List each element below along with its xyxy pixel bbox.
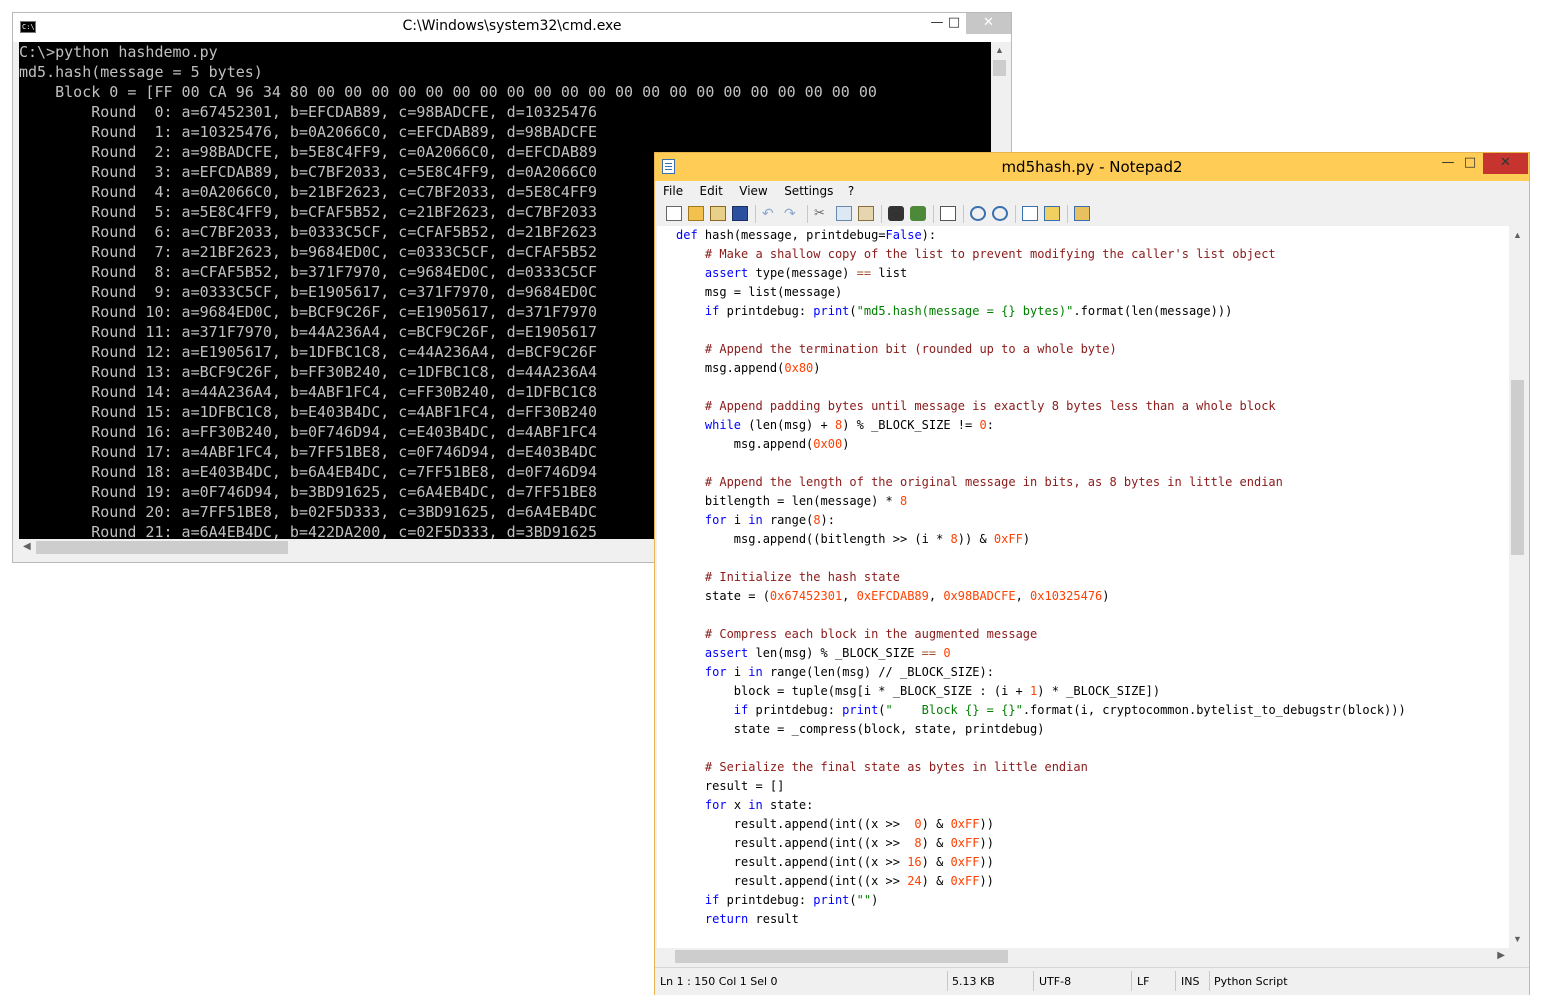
paste-icon[interactable]: [858, 206, 874, 221]
menu-help[interactable]: ?: [848, 182, 854, 200]
scroll-left-arrow-icon[interactable]: ◀: [23, 541, 31, 552]
menu-file[interactable]: File: [663, 182, 683, 200]
menu-view[interactable]: View: [739, 182, 767, 200]
save-icon[interactable]: [732, 206, 748, 221]
browse-icon[interactable]: [710, 206, 726, 221]
customize-icon[interactable]: [1044, 206, 1060, 221]
close-icon[interactable]: ✕: [966, 13, 1011, 34]
scroll-down-arrow-icon[interactable]: ▼: [1513, 934, 1522, 944]
cmd-window-title: C:\Windows\system32\cmd.exe: [402, 18, 622, 34]
status-file-size: 5.13 KB: [952, 975, 995, 988]
toolbar-separator: [1015, 205, 1016, 223]
console-line: Block 0 = [FF 00 CA 96 34 80 00 00 00 00…: [19, 83, 877, 101]
console-line: Round 1: a=10325476, b=0A2066C0, c=EFCDA…: [19, 123, 597, 141]
status-separator: [1175, 971, 1176, 991]
code-editor[interactable]: def hash(message, printdebug=False): # M…: [657, 226, 1509, 948]
scroll-up-arrow-icon[interactable]: ▲: [995, 45, 1004, 55]
maximize-icon[interactable]: □: [939, 13, 969, 34]
replace-icon[interactable]: [910, 206, 926, 221]
zoom-in-icon[interactable]: [970, 206, 986, 221]
cut-icon[interactable]: ✂: [814, 206, 830, 221]
status-separator: [947, 971, 948, 991]
notepad-window-title: md5hash.py - Notepad2: [1001, 158, 1183, 176]
maximize-icon[interactable]: □: [1455, 153, 1485, 174]
status-position: Ln 1 : 150 Col 1 Sel 0: [660, 975, 778, 988]
editor-vertical-scroll-thumb[interactable]: [1511, 380, 1524, 555]
console-line: C:\>python hashdemo.py: [19, 43, 218, 61]
toolbar-separator: [963, 205, 964, 223]
menu-settings[interactable]: Settings: [784, 182, 833, 200]
editor-horizontal-scrollbar[interactable]: ▶: [657, 948, 1509, 965]
cmd-vertical-scroll-thumb[interactable]: [993, 60, 1006, 76]
notepad2-window[interactable]: md5hash.py - Notepad2 — □ ✕ File Edit Vi…: [654, 152, 1530, 995]
cmd-title-bar[interactable]: C:\ C:\Windows\system32\cmd.exe — □ ✕: [13, 13, 1011, 42]
scroll-right-arrow-icon[interactable]: ▶: [1497, 950, 1505, 961]
toolbar-separator: [933, 205, 934, 223]
zoom-out-icon[interactable]: [992, 206, 1008, 221]
status-bar: Ln 1 : 150 Col 1 Sel 0 5.13 KB UTF-8 LF …: [655, 967, 1529, 995]
copy-icon[interactable]: [836, 206, 852, 221]
scheme-icon[interactable]: [1022, 206, 1038, 221]
redo-icon[interactable]: ↷: [784, 206, 800, 221]
status-separator: [1209, 971, 1210, 991]
close-icon[interactable]: ✕: [1483, 153, 1528, 174]
editor-vertical-scrollbar[interactable]: ▲ ▼: [1509, 226, 1526, 948]
toolbar-separator: [1067, 205, 1068, 223]
source-code: def hash(message, printdebug=False): # M…: [676, 228, 1406, 926]
word-wrap-icon[interactable]: [940, 206, 956, 221]
open-file-icon[interactable]: [688, 206, 704, 221]
menu-edit[interactable]: Edit: [700, 182, 723, 200]
status-line-ending[interactable]: LF: [1137, 975, 1149, 988]
status-encoding[interactable]: UTF-8: [1039, 975, 1071, 988]
status-separator: [1033, 971, 1034, 991]
toolbar-separator: [807, 205, 808, 223]
status-insert-mode[interactable]: INS: [1181, 975, 1199, 988]
console-line: Round 0: a=67452301, b=EFCDAB89, c=98BAD…: [19, 103, 597, 121]
console-line: md5.hash(message = 5 bytes): [19, 63, 263, 81]
find-icon[interactable]: [888, 206, 904, 221]
new-file-icon[interactable]: [666, 206, 682, 221]
cmd-horizontal-scroll-thumb[interactable]: [36, 541, 288, 554]
notepad-title-bar[interactable]: md5hash.py - Notepad2 — □ ✕: [655, 153, 1529, 181]
menu-bar: File Edit View Settings ?: [663, 182, 866, 202]
undo-icon[interactable]: ↶: [762, 206, 778, 221]
toolbar-separator: [881, 205, 882, 223]
status-lexer[interactable]: Python Script: [1214, 975, 1288, 988]
status-separator: [1131, 971, 1132, 991]
editor-horizontal-scroll-thumb[interactable]: [675, 950, 1008, 963]
toolbar-separator: [755, 205, 756, 223]
scroll-up-arrow-icon[interactable]: ▲: [1513, 230, 1522, 240]
exit-icon[interactable]: [1074, 206, 1090, 221]
